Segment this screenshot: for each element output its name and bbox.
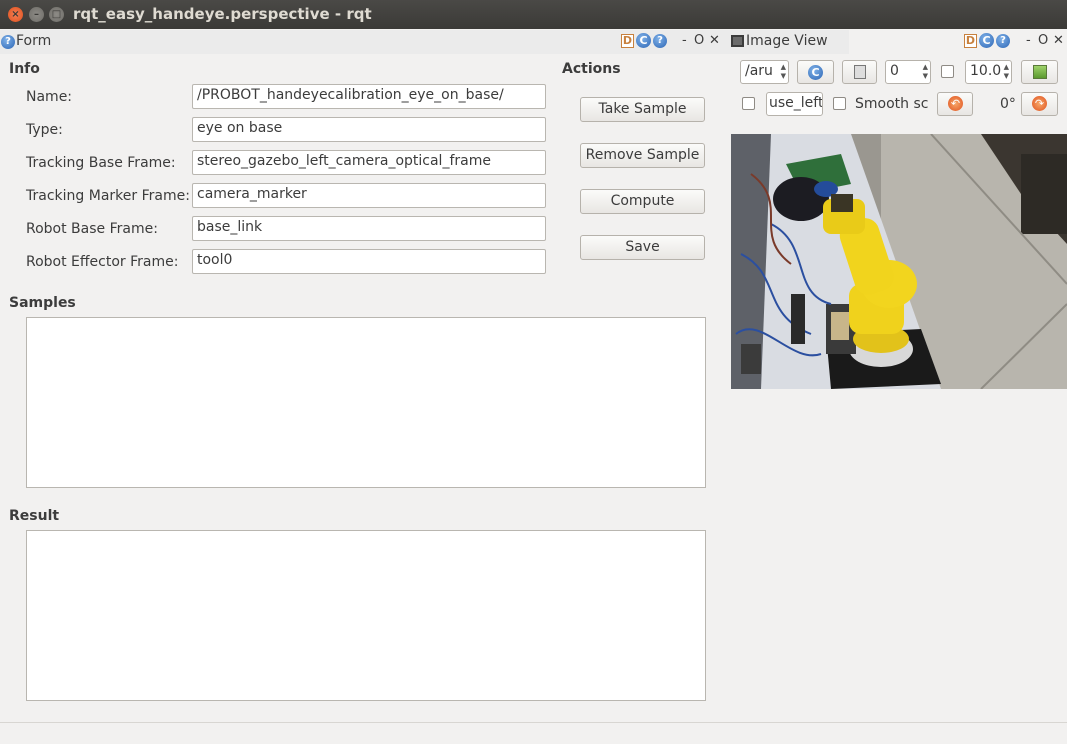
image-dock-help-icon[interactable]: ? <box>996 34 1010 48</box>
rotate-left-button[interactable]: ↶ <box>937 92 973 116</box>
take-sample-button[interactable]: Take Sample <box>580 97 705 122</box>
close-dock-icon[interactable]: ✕ <box>709 33 720 48</box>
form-dock-title: Form <box>16 33 52 49</box>
name-label: Name: <box>26 89 73 105</box>
robot-effector-frame-label: Robot Effector Frame: <box>26 254 179 270</box>
samples-list[interactable] <box>26 317 706 488</box>
max-range-spinbox[interactable]: 10.0 ▲ ▼ <box>965 60 1012 84</box>
zoom-spinbox[interactable]: 0 ▲ ▼ <box>885 60 931 84</box>
robot-base-frame-label: Robot Base Frame: <box>26 221 158 237</box>
image-dock-close-icon[interactable]: ✕ <box>1053 33 1064 48</box>
max-range-value: 10.0 <box>970 63 1002 79</box>
spin-arrows-icon: ▲ ▼ <box>922 63 928 80</box>
image-dock-minimize-icon[interactable]: - <box>1026 33 1031 48</box>
combo-arrows-icon: ▲ ▼ <box>780 63 786 80</box>
smooth-scaling-label: Smooth sca <box>855 96 929 112</box>
camera-image[interactable] <box>731 134 1067 389</box>
samples-heading: Samples <box>9 295 76 311</box>
float-dock-icon[interactable]: O <box>694 33 704 48</box>
form-dock-titlebar: ? Form D C ? - O ✕ <box>0 30 849 54</box>
image-dock-float-icon[interactable]: O <box>1038 33 1048 48</box>
type-field[interactable]: eye on base <box>192 117 546 142</box>
topic-select-value: /aru <box>745 63 773 79</box>
camera-image-picture <box>731 134 1067 389</box>
tracking-marker-frame-label: Tracking Marker Frame: <box>26 188 190 204</box>
info-heading: Info <box>9 61 40 77</box>
tracking-base-frame-label: Tracking Base Frame: <box>26 155 176 171</box>
mouse-publish-checkbox[interactable] <box>742 97 755 110</box>
remove-sample-button[interactable]: Remove Sample <box>580 143 705 168</box>
type-label: Type: <box>26 122 63 138</box>
robot-effector-frame-field[interactable]: tool0 <box>192 249 546 274</box>
zoom-fit-button[interactable] <box>842 60 877 84</box>
mouse-topic-value: use_left <box>769 95 823 111</box>
rotation-label: 0° <box>1000 96 1016 112</box>
smooth-scaling-checkbox[interactable] <box>833 97 846 110</box>
compute-button[interactable]: Compute <box>580 189 705 214</box>
window-titlebar: × – □ rqt_easy_handeye.perspective - rqt <box>0 0 1067 29</box>
save-image-button[interactable] <box>1021 60 1058 84</box>
reload-icon[interactable]: C <box>636 33 651 48</box>
result-text[interactable] <box>26 530 706 701</box>
image-dock-d-icon[interactable]: D <box>964 34 977 48</box>
image-dock-reload-icon[interactable]: C <box>979 33 994 48</box>
result-heading: Result <box>9 508 60 524</box>
robot-base-frame-field[interactable]: base_link <box>192 216 546 241</box>
refresh-topics-button[interactable]: C <box>797 60 834 84</box>
zoom-spinbox-value: 0 <box>890 63 899 79</box>
tracking-marker-frame-field[interactable]: camera_marker <box>192 183 546 208</box>
status-bar <box>0 722 1067 744</box>
name-field[interactable]: /PROBOT_handeyecalibration_eye_on_base/ <box>192 84 546 109</box>
zoom-icon <box>854 65 866 79</box>
window-close-button[interactable]: × <box>8 7 23 22</box>
window-title: rqt_easy_handeye.perspective - rqt <box>73 5 372 23</box>
save-button[interactable]: Save <box>580 235 705 260</box>
topic-select[interactable]: /aru ▲ ▼ <box>740 60 789 84</box>
spin-arrows-icon: ▲ ▼ <box>1003 63 1009 80</box>
window-minimize-button[interactable]: – <box>29 7 44 22</box>
help-icon[interactable]: ? <box>1 35 15 49</box>
actions-heading: Actions <box>562 61 621 77</box>
save-image-icon <box>1033 65 1047 79</box>
rotate-right-icon: ↷ <box>1032 96 1047 111</box>
dock-help-icon[interactable]: ? <box>653 34 667 48</box>
minimize-dock-icon[interactable]: - <box>682 33 687 48</box>
dock-d-icon[interactable]: D <box>621 34 634 48</box>
rotate-left-icon: ↶ <box>948 96 963 111</box>
dynamic-range-checkbox[interactable] <box>941 65 954 78</box>
refresh-icon: C <box>808 65 823 80</box>
rotate-right-button[interactable]: ↷ <box>1021 92 1058 116</box>
image-dock-title: Image View <box>746 33 828 49</box>
mouse-topic-field[interactable]: use_left <box>766 92 823 116</box>
image-view-icon <box>731 35 744 47</box>
window-maximize-button[interactable]: □ <box>49 7 64 22</box>
tracking-base-frame-field[interactable]: stereo_gazebo_left_camera_optical_frame <box>192 150 546 175</box>
